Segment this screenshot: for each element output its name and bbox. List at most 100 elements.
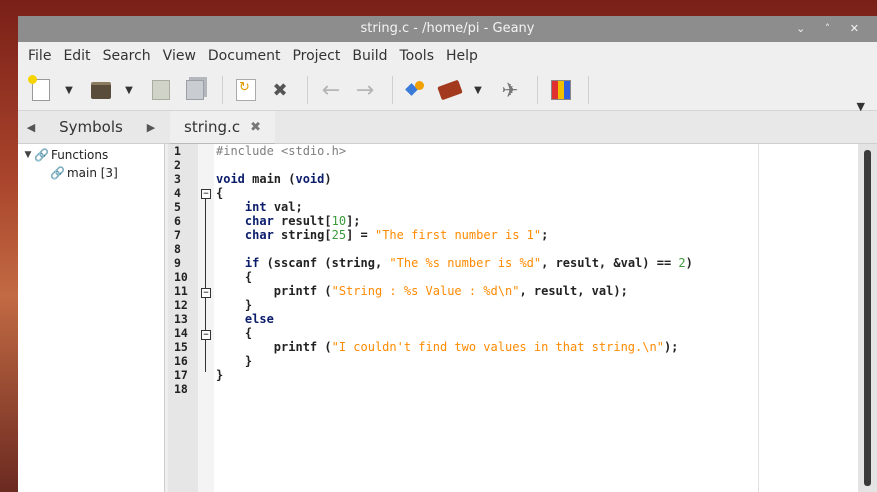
- menu-search[interactable]: Search: [97, 48, 157, 64]
- tab-row: ◀ Symbols ▶ string.c ✖: [18, 111, 877, 145]
- close-file-button[interactable]: ✖: [265, 75, 295, 105]
- window-title: string.c - /home/pi - Geany: [360, 21, 535, 36]
- line-number: 6: [174, 214, 181, 228]
- code-line: printf ("I couldn't find two values in t…: [216, 340, 679, 354]
- line-number: 8: [174, 242, 181, 256]
- tree-item-functions[interactable]: ▼ 🔗 Functions: [18, 146, 164, 164]
- chevron-down-icon: ▼: [474, 84, 482, 96]
- toolbar-separator: [307, 76, 308, 104]
- menu-edit[interactable]: Edit: [57, 48, 96, 64]
- code-line: char string[25] = "The first number is 1…: [244, 228, 549, 242]
- line-number: 13: [174, 312, 188, 326]
- document-tab-label: string.c: [184, 118, 241, 136]
- tree-item-label: Functions: [50, 148, 109, 162]
- new-file-icon: [28, 75, 50, 101]
- arrow-right-icon: →: [355, 77, 375, 103]
- code-line: {: [216, 270, 253, 284]
- code-line: printf ("String : %s Value : %d\n", resu…: [216, 284, 628, 298]
- function-group-icon: 🔗: [34, 148, 49, 162]
- line-number: 17: [174, 368, 188, 382]
- color-chooser-button[interactable]: [546, 75, 576, 105]
- close-tab-icon[interactable]: ✖: [250, 120, 261, 135]
- compile-icon: [407, 81, 425, 99]
- code-line: void main (void): [216, 172, 332, 186]
- menu-bar: File Edit Search View Document Project B…: [18, 42, 877, 70]
- menu-help[interactable]: Help: [440, 48, 484, 64]
- code-line: int val;: [244, 200, 303, 214]
- compile-button[interactable]: [401, 75, 431, 105]
- window-controls[interactable]: ⌄ ˄ ✕: [796, 16, 867, 42]
- line-number: 10: [174, 270, 188, 284]
- save-all-button[interactable]: [180, 75, 210, 105]
- folder-icon: [91, 81, 111, 99]
- chevron-right-icon[interactable]: ▶: [138, 121, 164, 134]
- code-line: {: [216, 326, 253, 340]
- fold-toggle-icon[interactable]: −: [201, 288, 211, 298]
- new-file-dropdown[interactable]: ▼: [60, 75, 78, 105]
- menu-file[interactable]: File: [22, 48, 57, 64]
- fold-margin: − − −: [198, 144, 214, 492]
- chevron-down-icon: ▼: [65, 84, 73, 96]
- sidebar-tab-bar: ◀ Symbols ▶: [18, 111, 164, 143]
- save-all-icon: [186, 80, 204, 100]
- vertical-scrollbar[interactable]: [858, 144, 877, 492]
- scrollbar-thumb[interactable]: [864, 150, 871, 486]
- line-number: 18: [174, 382, 188, 396]
- fold-toggle-icon[interactable]: −: [201, 330, 211, 340]
- brick-icon: [437, 79, 463, 101]
- color-chooser-icon: [551, 80, 571, 100]
- menu-tools[interactable]: Tools: [394, 48, 441, 64]
- code-line: else: [244, 312, 274, 326]
- navigate-forward-button[interactable]: →: [350, 75, 380, 105]
- open-file-dropdown[interactable]: ▼: [120, 75, 138, 105]
- toolbar-separator: [537, 76, 538, 104]
- line-number: 3: [174, 172, 181, 186]
- menu-document[interactable]: Document: [202, 48, 287, 64]
- chevron-left-icon[interactable]: ◀: [18, 121, 44, 134]
- line-number: 5: [174, 200, 181, 214]
- menu-view[interactable]: View: [157, 48, 202, 64]
- menu-project[interactable]: Project: [286, 48, 346, 64]
- code-text[interactable]: #include <stdio.h> void main (void) { in…: [216, 144, 693, 396]
- title-bar: string.c - /home/pi - Geany ⌄ ˄ ✕: [18, 16, 877, 42]
- fold-line: [205, 198, 206, 372]
- geany-window: string.c - /home/pi - Geany ⌄ ˄ ✕ File E…: [18, 16, 877, 492]
- close-icon: ✖: [272, 79, 288, 101]
- tab-symbols[interactable]: Symbols: [44, 118, 138, 136]
- line-number: 2: [174, 158, 181, 172]
- code-line: char result[10];: [244, 214, 361, 228]
- tree-item-main[interactable]: 🔗 main [3]: [18, 164, 164, 182]
- line-number: 4: [174, 186, 181, 200]
- expander-icon[interactable]: ▼: [22, 146, 34, 164]
- menu-build[interactable]: Build: [346, 48, 393, 64]
- code-line: if (sscanf (string, "The %s number is %d…: [244, 256, 693, 270]
- run-button[interactable]: ✈: [495, 75, 525, 105]
- function-icon: 🔗: [50, 166, 65, 180]
- line-number: 1: [174, 144, 181, 158]
- code-editor[interactable]: 1 2 3 4 5 6 7 8 9 10 11 12 13 14 15 16 17 18 − − − #inclu…: [168, 144, 858, 492]
- toolbar: ▼ ▼ ✖ ← → ▼ ✈: [18, 70, 877, 111]
- navigate-back-button[interactable]: ←: [316, 75, 346, 105]
- fold-toggle-icon[interactable]: −: [201, 189, 211, 199]
- toolbar-separator: [392, 76, 393, 104]
- long-line-marker: [758, 144, 759, 492]
- symbols-panel: ▼ 🔗 Functions 🔗 main [3]: [18, 144, 165, 492]
- build-dropdown[interactable]: ▼: [469, 75, 487, 105]
- save-icon: [152, 80, 170, 100]
- document-tab[interactable]: string.c ✖: [170, 111, 275, 145]
- line-number-gutter: 1 2 3 4 5 6 7 8 9 10 11 12 13 14 15 16 17 18: [168, 144, 198, 492]
- revert-button[interactable]: [231, 75, 261, 105]
- save-button[interactable]: [146, 75, 176, 105]
- build-button[interactable]: [435, 75, 465, 105]
- line-number: 15: [174, 340, 188, 354]
- line-number: 14: [174, 326, 188, 340]
- new-file-button[interactable]: [26, 75, 56, 105]
- revert-icon: [236, 79, 256, 101]
- line-number: 7: [174, 228, 181, 242]
- open-file-button[interactable]: [86, 75, 116, 105]
- toolbar-separator: [588, 76, 589, 104]
- chevron-down-icon: ▼: [125, 84, 133, 96]
